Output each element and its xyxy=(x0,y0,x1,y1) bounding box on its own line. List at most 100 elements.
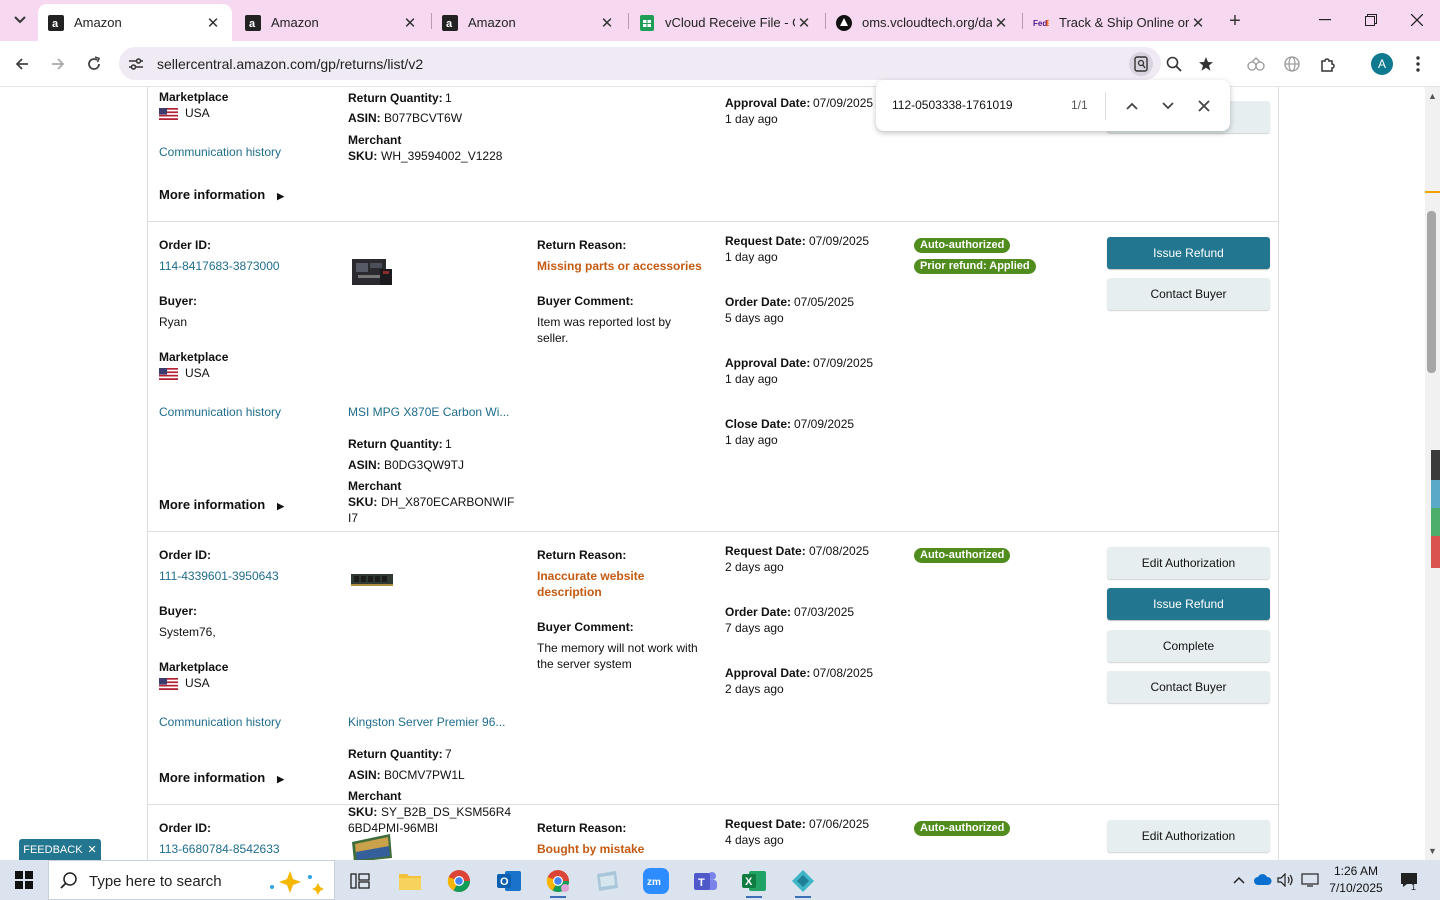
extensions-puzzle-icon[interactable] xyxy=(1316,52,1340,76)
taskbar-search[interactable]: Type here to search xyxy=(48,860,335,900)
order-id-link[interactable]: 114-8417683-3873000 xyxy=(159,258,280,274)
feedback-close-icon[interactable]: ✕ xyxy=(88,843,97,856)
zoom-icon[interactable] xyxy=(1162,52,1186,76)
outlook-app[interactable]: O xyxy=(489,864,529,898)
new-tab-button[interactable]: + xyxy=(1222,8,1248,34)
tab-amazon-3[interactable]: a Amazon ✕ xyxy=(432,4,626,41)
side-panel-strip[interactable] xyxy=(1431,536,1440,568)
tab-amazon-2[interactable]: a Amazon ✕ xyxy=(235,4,429,41)
excel-app[interactable]: X xyxy=(734,864,774,898)
communication-history-link[interactable]: Communication history xyxy=(159,144,281,160)
onedrive-tray[interactable] xyxy=(1252,860,1274,900)
communication-history-link[interactable]: Communication history xyxy=(159,714,281,730)
taskbar-clock[interactable]: 1:26 AM 7/10/2025 xyxy=(1326,863,1386,897)
chrome-app[interactable] xyxy=(439,864,479,898)
amazon-icon: a xyxy=(48,14,64,31)
buyer-comment-line2: seller. xyxy=(537,331,569,345)
zoom-app[interactable]: zm xyxy=(636,864,676,898)
show-hidden-icons[interactable] xyxy=(1228,860,1250,900)
scroll-up-arrow-icon[interactable]: ▲ xyxy=(1425,89,1440,103)
svg-text:zm: zm xyxy=(647,877,661,888)
close-window-button[interactable] xyxy=(1394,0,1440,40)
forward-button[interactable] xyxy=(44,50,72,78)
back-button[interactable] xyxy=(8,50,36,78)
feedback-tab[interactable]: FEEDBACK ✕ xyxy=(19,839,101,860)
kebab-menu-icon[interactable] xyxy=(1406,52,1430,76)
edit-authorization-button[interactable]: Edit Authorization xyxy=(1107,820,1270,852)
marketplace-value: USA xyxy=(185,366,210,380)
teams-app[interactable]: T xyxy=(685,864,725,898)
profile-avatar[interactable]: A xyxy=(1371,53,1393,75)
edit-authorization-button[interactable]: Edit Authorization xyxy=(1107,547,1270,579)
tab-vcloud-sheet[interactable]: vCloud Receive File - Go ✕ xyxy=(629,4,823,41)
amazon-icon: a xyxy=(245,14,261,31)
approval-date-label: Approval Date: xyxy=(725,96,811,110)
communication-history-link[interactable]: Communication history xyxy=(159,404,281,420)
product-thumbnail[interactable] xyxy=(350,255,394,289)
tab-amazon-1[interactable]: a Amazon ✕ xyxy=(38,4,232,41)
product-title-link[interactable]: MSI MPG X870E Carbon Wi... xyxy=(348,404,509,420)
close-tab-icon[interactable]: ✕ xyxy=(795,14,813,32)
tab-fedex[interactable]: FedEx Track & Ship Online or ✕ xyxy=(1023,4,1217,41)
contact-buyer-button[interactable]: Contact Buyer xyxy=(1107,671,1270,703)
file-explorer-app[interactable] xyxy=(390,864,430,898)
close-tab-icon[interactable]: ✕ xyxy=(598,14,616,32)
find-previous-button[interactable] xyxy=(1119,93,1145,119)
start-button[interactable] xyxy=(0,860,48,900)
complete-button[interactable]: Complete xyxy=(1107,630,1270,662)
volume-tray[interactable] xyxy=(1275,860,1297,900)
close-tab-icon[interactable]: ✕ xyxy=(1189,14,1207,32)
restore-button[interactable] xyxy=(1348,0,1394,40)
minimize-button[interactable] xyxy=(1302,0,1348,40)
returns-page: Marketplace USA Communication history Mo… xyxy=(0,87,1425,860)
product-thumbnail[interactable] xyxy=(350,832,394,860)
site-info-icon[interactable] xyxy=(127,55,145,73)
buyer-label: Buyer: xyxy=(159,604,198,618)
more-information-toggle[interactable]: More information ▶ xyxy=(159,770,284,787)
asin-label: ASIN: xyxy=(348,768,381,782)
chevron-down-icon xyxy=(1162,102,1174,110)
find-input[interactable]: 112-0503338-1761019 xyxy=(892,98,1013,112)
tab-search-button[interactable] xyxy=(6,6,34,34)
product-thumbnail[interactable] xyxy=(350,572,394,588)
order-id-link[interactable]: 111-4339601-3950643 xyxy=(159,568,279,584)
close-tab-icon[interactable]: ✕ xyxy=(204,14,222,32)
issue-refund-button[interactable]: Issue Refund xyxy=(1107,237,1270,269)
address-bar[interactable]: sellercentral.amazon.com/gp/returns/list… xyxy=(119,47,1213,80)
scroll-down-arrow-icon[interactable]: ▼ xyxy=(1425,844,1440,858)
us-flag-icon xyxy=(159,108,178,120)
chrome-app-active[interactable] xyxy=(538,864,578,898)
close-tab-icon[interactable]: ✕ xyxy=(401,14,419,32)
product-title-link[interactable]: Kingston Server Premier 96... xyxy=(348,714,505,730)
close-tab-icon[interactable]: ✕ xyxy=(992,14,1010,32)
order-id-link[interactable]: 113-6680784-8542633 xyxy=(159,841,280,857)
scrollbar-thumb[interactable] xyxy=(1427,211,1436,373)
lens-icon[interactable] xyxy=(1129,52,1153,76)
generic-app[interactable] xyxy=(587,864,627,898)
pinned-app[interactable] xyxy=(783,864,823,898)
tab-oms[interactable]: oms.vcloudtech.org/das ✕ xyxy=(826,4,1020,41)
buyer-comment-label: Buyer Comment: xyxy=(537,294,634,308)
reload-icon xyxy=(88,56,101,70)
globe-icon[interactable] xyxy=(1280,52,1304,76)
side-panel-strip[interactable] xyxy=(1431,450,1440,480)
search-icon xyxy=(60,872,77,889)
bookmark-star-icon[interactable] xyxy=(1194,52,1218,76)
issue-refund-button[interactable]: Issue Refund xyxy=(1107,588,1270,620)
side-panel-strip[interactable] xyxy=(1431,508,1440,536)
asin-value: B077BCVT6W xyxy=(384,111,463,125)
more-information-toggle[interactable]: More information ▶ xyxy=(159,497,284,514)
extension-icon[interactable] xyxy=(1244,52,1268,76)
network-tray[interactable] xyxy=(1299,860,1321,900)
close-date-value: 07/09/2025 xyxy=(794,417,855,431)
task-view-button[interactable] xyxy=(340,864,380,898)
more-information-toggle[interactable]: More information ▶ xyxy=(159,187,284,204)
find-in-page-bar: 112-0503338-1761019 1/1 xyxy=(876,80,1230,131)
find-next-button[interactable] xyxy=(1155,93,1181,119)
notification-center[interactable]: 1 xyxy=(1396,860,1422,900)
reload-button[interactable] xyxy=(80,50,108,78)
find-close-button[interactable] xyxy=(1191,93,1217,119)
contact-buyer-button[interactable]: Contact Buyer xyxy=(1107,278,1270,310)
side-panel-strip[interactable] xyxy=(1431,480,1440,508)
buyer-comment-line1: The memory will not work with xyxy=(537,641,698,655)
